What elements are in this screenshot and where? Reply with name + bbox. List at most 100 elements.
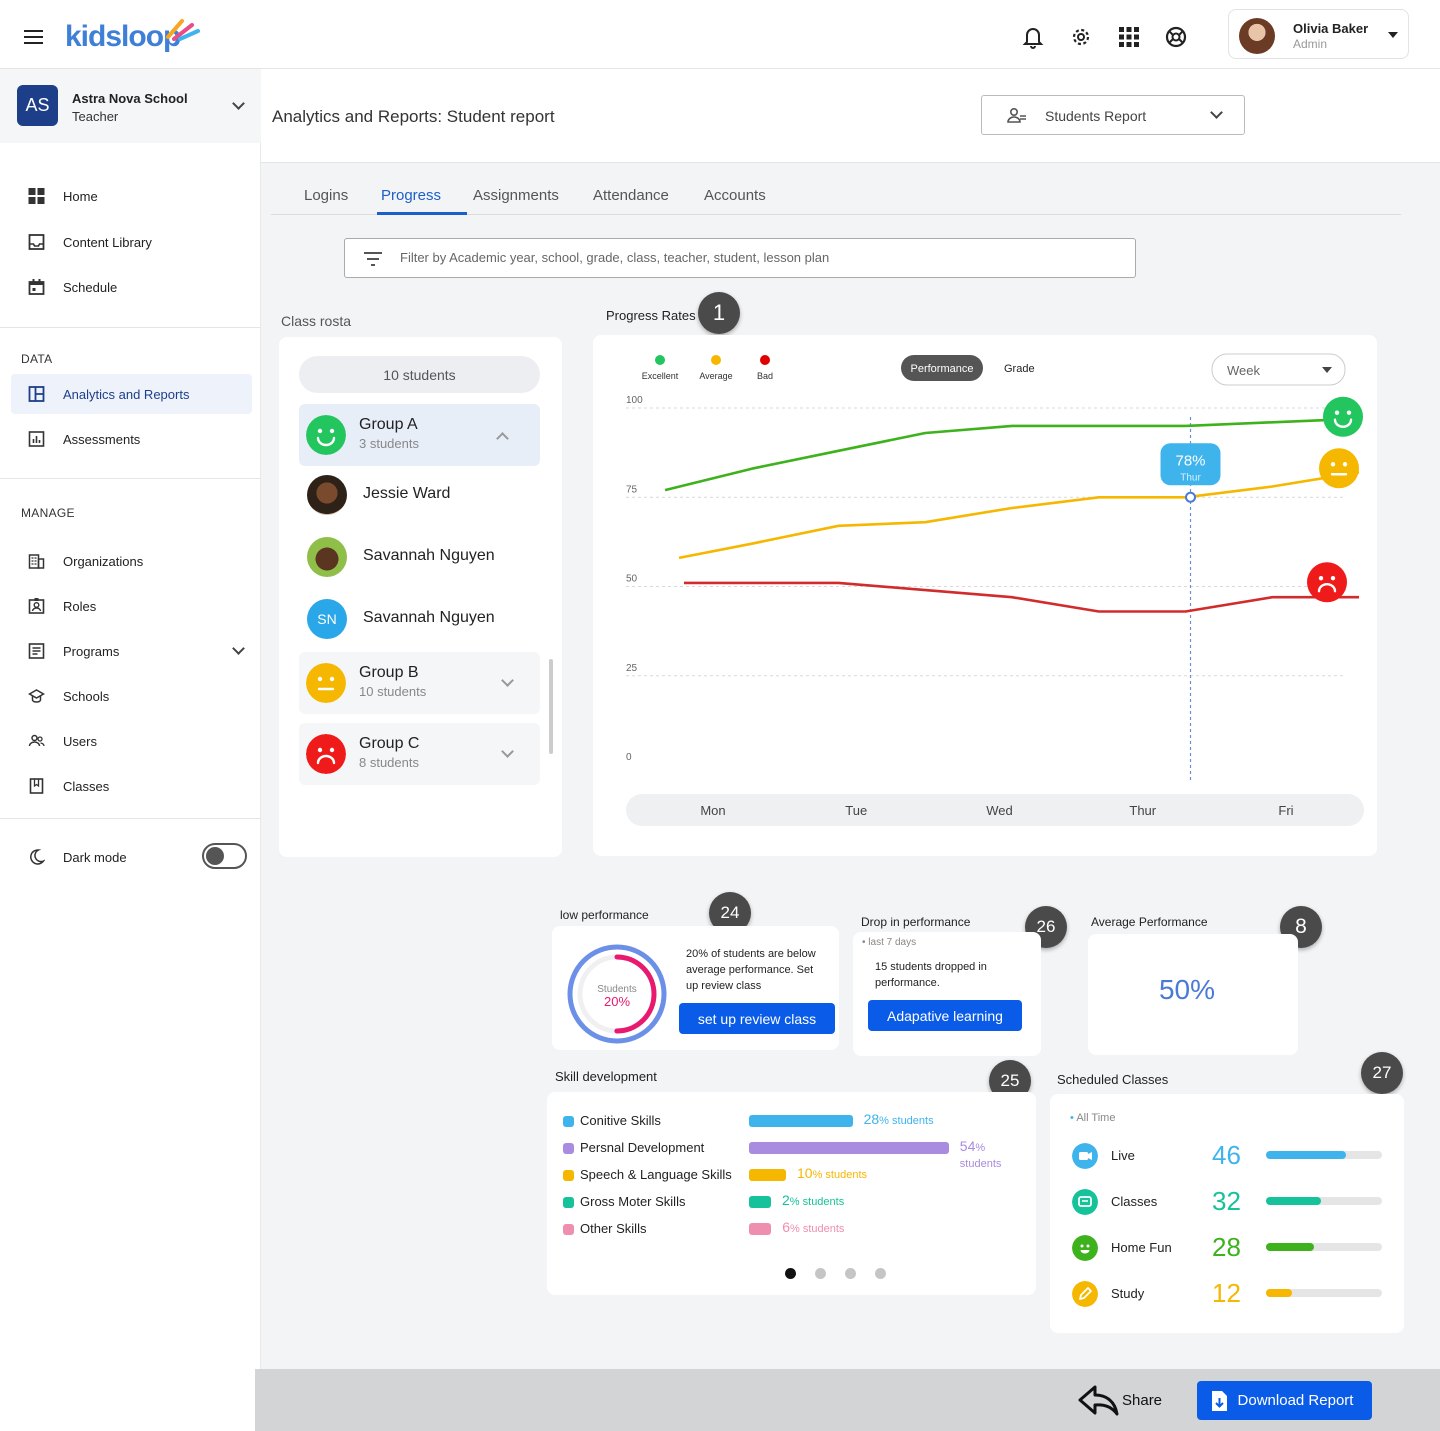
sidebar-item-programs[interactable]: Programs (0, 631, 261, 671)
student-row[interactable]: Jessie Ward (307, 471, 547, 521)
group-name: Group B (359, 664, 419, 681)
carousel-dot[interactable] (815, 1268, 826, 1279)
period-select-label: Week (1227, 363, 1260, 378)
sidebar-item-home[interactable]: Home (0, 176, 261, 216)
scheduled-count: 12 (1212, 1278, 1241, 1308)
sad-face-icon (1307, 562, 1347, 603)
scheduled-period: • All Time (1070, 1112, 1116, 1124)
sidebar-item-classes[interactable]: Classes (0, 766, 261, 806)
adaptive-learning-button[interactable]: Adapative learning (868, 1000, 1022, 1031)
globe-icon[interactable] (1163, 24, 1189, 50)
student-initials-avatar: SN (307, 599, 347, 639)
sidebar-item-content-library[interactable]: Content Library (0, 222, 261, 262)
active-tab-indicator (377, 212, 467, 215)
video-icon (1072, 1143, 1098, 1169)
skill-value: 10 (797, 1165, 813, 1181)
carousel-dot[interactable] (785, 1268, 796, 1279)
logo[interactable]: kidsloop (65, 20, 181, 54)
analytics-icon (28, 386, 45, 402)
sidebar-item-label: Programs (63, 644, 120, 659)
section-title-data: DATA (21, 352, 53, 366)
roster-scrollbar[interactable] (549, 659, 553, 754)
progress-line-chart: Excellent Average Bad Performance Grade We… (626, 353, 1364, 826)
tooltip-value: 78% (1175, 452, 1205, 469)
sidebar-item-label: Users (63, 734, 97, 749)
sidebar-item-schools[interactable]: Schools (0, 676, 261, 716)
skill-row: Conitive Skills 28% students (563, 1111, 1023, 1131)
grid-icon (28, 188, 45, 204)
student-avatar (307, 475, 347, 515)
gear-icon[interactable] (1068, 24, 1094, 50)
happy-face-icon (306, 415, 346, 455)
skill-value: 54 (959, 1138, 976, 1154)
bell-icon[interactable] (1020, 24, 1046, 50)
tab-accounts[interactable]: Accounts (704, 187, 766, 204)
school-icon (28, 689, 45, 703)
scheduled-bar-fill (1266, 1151, 1346, 1159)
legend-label: Average (699, 371, 732, 381)
tab-logins[interactable]: Logins (304, 187, 348, 204)
skill-legend-dot (563, 1143, 574, 1154)
student-name: Savannah Nguyen (363, 547, 495, 564)
progress-title: Progress Rates (606, 308, 696, 323)
y-tick-label: 25 (626, 663, 638, 674)
id-badge-icon (28, 598, 45, 614)
page-header: Analytics and Reports: Student report St… (261, 69, 1440, 163)
toggle-knob (206, 847, 224, 865)
skill-development-title: Skill development (555, 1069, 657, 1084)
grade-toggle-label[interactable]: Grade (1004, 363, 1035, 375)
low-performance-text: 20% of students are below average perfor… (686, 948, 816, 992)
tab-assignments[interactable]: Assignments (473, 187, 559, 204)
y-tick-label: 100 (626, 395, 643, 406)
report-type-select[interactable]: Students Report (981, 95, 1245, 135)
performance-toggle-label: Performance (911, 363, 974, 375)
moon-icon (30, 849, 45, 865)
main-content: Logins Progress Assignments Attendance A… (261, 163, 1440, 1370)
group-c-row[interactable]: Group C 8 students (299, 723, 540, 785)
scheduled-bar-fill (1266, 1197, 1321, 1205)
apps-grid-icon[interactable] (1116, 24, 1142, 50)
y-tick-label: 50 (626, 574, 638, 585)
low-performance-card: Students 20% 20% of students are below a… (552, 926, 839, 1050)
dark-mode-label: Dark mode (63, 850, 127, 865)
student-row[interactable]: SN Savannah Nguyen (307, 595, 547, 645)
dark-mode-toggle[interactable] (202, 843, 247, 869)
carousel-dot[interactable] (845, 1268, 856, 1279)
sidebar-item-assessments[interactable]: Assessments (0, 419, 261, 459)
group-a-row[interactable]: Group A 3 students (299, 404, 540, 466)
user-menu[interactable]: Olivia Baker Admin (1228, 9, 1409, 59)
download-report-button[interactable]: Download Report (1197, 1381, 1372, 1420)
group-b-row[interactable]: Group B 10 students (299, 652, 540, 714)
page-title: Analytics and Reports: Student report (272, 107, 555, 126)
sidebar-divider (0, 818, 261, 819)
filter-input[interactable]: Filter by Academic year, school, grade, … (344, 238, 1136, 278)
sidebar-item-schedule[interactable]: Schedule (0, 267, 261, 307)
setup-review-class-button[interactable]: set up review class (679, 1003, 835, 1034)
sidebar-item-roles[interactable]: Roles (0, 586, 261, 626)
student-name: Savannah Nguyen (363, 609, 495, 626)
user-avatar (1239, 18, 1275, 54)
tab-attendance[interactable]: Attendance (593, 187, 669, 204)
share-label: Share (1122, 1392, 1163, 1409)
school-switcher[interactable]: AS Astra Nova School Teacher (0, 69, 261, 143)
x-tick-label: Fri (1278, 803, 1293, 818)
menu-icon[interactable] (24, 30, 43, 44)
sidebar-item-organizations[interactable]: Organizations (0, 541, 261, 581)
skill-name: Gross Moter Skills (580, 1194, 686, 1209)
sidebar-item-analytics[interactable]: Analytics and Reports (11, 374, 252, 414)
x-tick-label: Tue (845, 803, 867, 818)
sidebar-item-users[interactable]: Users (0, 721, 261, 761)
legend-dot (655, 355, 665, 365)
share-button[interactable]: Share (1077, 1383, 1169, 1417)
chevron-down-icon (501, 745, 514, 758)
tab-progress[interactable]: Progress (381, 187, 441, 204)
scheduled-name: Live (1111, 1148, 1135, 1163)
chevron-down-icon (232, 642, 245, 655)
report-tabs: Logins Progress Assignments Attendance A… (271, 177, 1401, 215)
school-avatar: AS (17, 85, 58, 126)
student-count-pill[interactable]: 10 students (299, 356, 540, 393)
student-row[interactable]: Savannah Nguyen (307, 533, 547, 583)
caret-down-icon (1388, 32, 1398, 38)
carousel-dot[interactable] (875, 1268, 886, 1279)
sidebar: AS Astra Nova School Teacher Home Conten… (0, 69, 261, 1431)
